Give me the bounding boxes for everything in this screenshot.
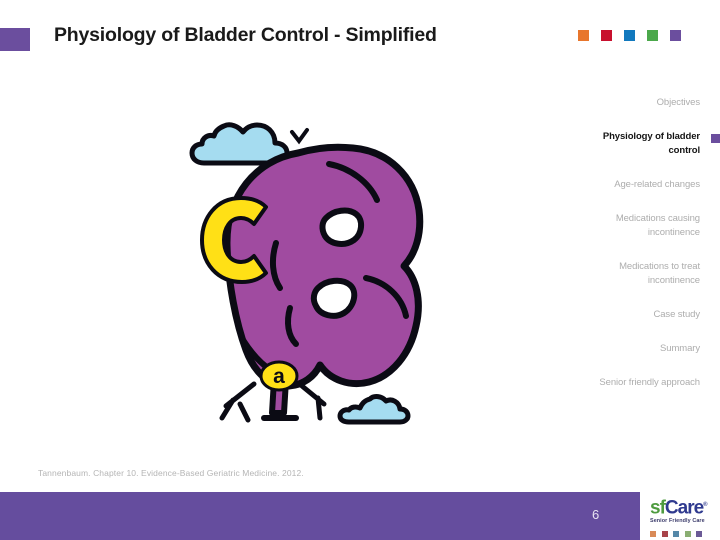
nav-item-label: Physiology of bladder control [602, 131, 700, 156]
chip-green-icon [647, 30, 658, 41]
balloon-highlight-upper [319, 207, 364, 247]
nav-item-medications-to-treat-incontinence[interactable]: Medications to treat incontinence [580, 260, 700, 288]
slide-canvas: Physiology of Bladder Control - Simplifi… [0, 0, 720, 540]
nav-item-label: Summary [660, 343, 700, 354]
chip-orange-icon [578, 30, 589, 41]
nav-item-physiology-of-bladder-control[interactable]: Physiology of bladder control [580, 130, 720, 158]
logo-sf-text: sf [650, 497, 666, 519]
page-title: Physiology of Bladder Control - Simplifi… [54, 24, 437, 46]
nav-item-summary[interactable]: Summary [580, 342, 700, 356]
nav-marker-icon [711, 134, 720, 143]
cloud-bottom-icon [337, 394, 411, 425]
bladder-balloon-illustration: a [178, 88, 468, 433]
nav-item-age-related-changes[interactable]: Age-related changes [580, 178, 700, 192]
logo-chip-purple-icon [696, 531, 702, 538]
nav-item-label: Medications causing incontinence [615, 213, 700, 238]
nav-item-label: Senior friendly approach [599, 377, 700, 388]
footer-bar [0, 492, 640, 540]
citation-text: Tannenbaum. Chapter 10. Evidence-Based G… [38, 468, 304, 478]
slide-navigation-list: Objectives Physiology of bladder control… [580, 96, 720, 410]
logo-care-text: Care [664, 497, 704, 519]
cloud-top-icon [189, 122, 290, 166]
logo-registered-icon: ® [703, 502, 708, 508]
header-color-chip-row [578, 30, 681, 41]
nav-item-objectives[interactable]: Objectives [580, 96, 700, 110]
svg-text:a: a [273, 365, 285, 388]
nav-item-label: Case study [653, 309, 700, 320]
nav-item-label: Medications to treat incontinence [619, 261, 700, 286]
logo-color-chip-row [650, 531, 716, 538]
letter-a-glyph: a [259, 360, 299, 392]
logo-chip-blue-icon [673, 531, 679, 538]
logo-chip-orange-icon [650, 531, 656, 538]
sfcare-logo: sfCare® Senior Friendly Care [650, 496, 716, 538]
leg-left [219, 381, 257, 423]
bird-icon [290, 128, 309, 145]
chip-red-icon [601, 30, 612, 41]
nav-item-senior-friendly-approach[interactable]: Senior friendly approach [580, 376, 700, 390]
header-accent-square [0, 28, 30, 51]
nav-item-label: Age-related changes [614, 179, 700, 190]
nav-item-label: Objectives [656, 97, 700, 108]
nav-item-case-study[interactable]: Case study [580, 308, 700, 322]
logo-chip-red-icon [661, 531, 668, 538]
leg-right [299, 383, 327, 421]
logo-tagline: Senior Friendly Care [650, 518, 705, 525]
chip-blue-icon [624, 30, 635, 41]
nav-item-medications-causing-incontinence[interactable]: Medications causing incontinence [580, 212, 700, 240]
chip-purple-icon [670, 30, 681, 41]
logo-chip-green-icon [684, 531, 691, 538]
logo-wordmark: sfCare® [650, 496, 716, 517]
page-number: 6 [592, 507, 600, 522]
balloon-highlight-lower [310, 277, 358, 319]
